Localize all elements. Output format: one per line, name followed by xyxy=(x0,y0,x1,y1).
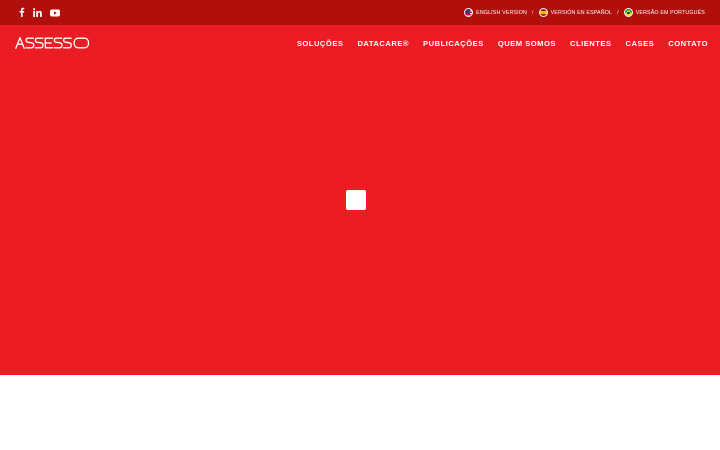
nav-item-cases[interactable]: Cases xyxy=(626,39,655,48)
spain-flag-icon xyxy=(538,8,548,17)
nav-item-datacare[interactable]: Datacare® xyxy=(357,39,409,48)
nav-item-clientes[interactable]: Clientes xyxy=(570,39,612,48)
language-label: Versão em português xyxy=(635,9,705,16)
us-flag-icon xyxy=(464,8,474,17)
nav-item-publicacoes[interactable]: Publicações xyxy=(423,39,484,48)
nav-item-contato[interactable]: Contato xyxy=(668,39,708,48)
top-bar: English version / Versión en español / V… xyxy=(0,0,720,25)
main-nav: Soluções Datacare® Publicações Quem Somo… xyxy=(297,37,708,49)
language-separator: / xyxy=(617,9,619,16)
site-logo[interactable] xyxy=(15,37,91,49)
youtube-icon[interactable] xyxy=(50,4,60,22)
content-area xyxy=(0,375,720,450)
hero-section: Soluções Datacare® Publicações Quem Somo… xyxy=(0,25,720,375)
language-label: English version xyxy=(476,9,527,16)
brazil-flag-icon xyxy=(623,8,633,17)
linkedin-icon[interactable] xyxy=(33,4,42,22)
nav-item-quem-somos[interactable]: Quem Somos xyxy=(498,39,556,48)
language-switcher: English version / Versión en español / V… xyxy=(464,0,705,25)
facebook-icon[interactable] xyxy=(18,4,25,22)
loading-spinner xyxy=(346,190,366,210)
social-links xyxy=(18,0,60,25)
language-spanish-link[interactable]: Versión en español xyxy=(538,8,613,17)
language-english-link[interactable]: English version xyxy=(464,8,527,17)
language-portuguese-link[interactable]: Versão em português xyxy=(623,8,705,17)
language-label: Versión en español xyxy=(550,9,613,16)
nav-item-solucoes[interactable]: Soluções xyxy=(297,39,344,48)
language-separator: / xyxy=(531,9,534,16)
